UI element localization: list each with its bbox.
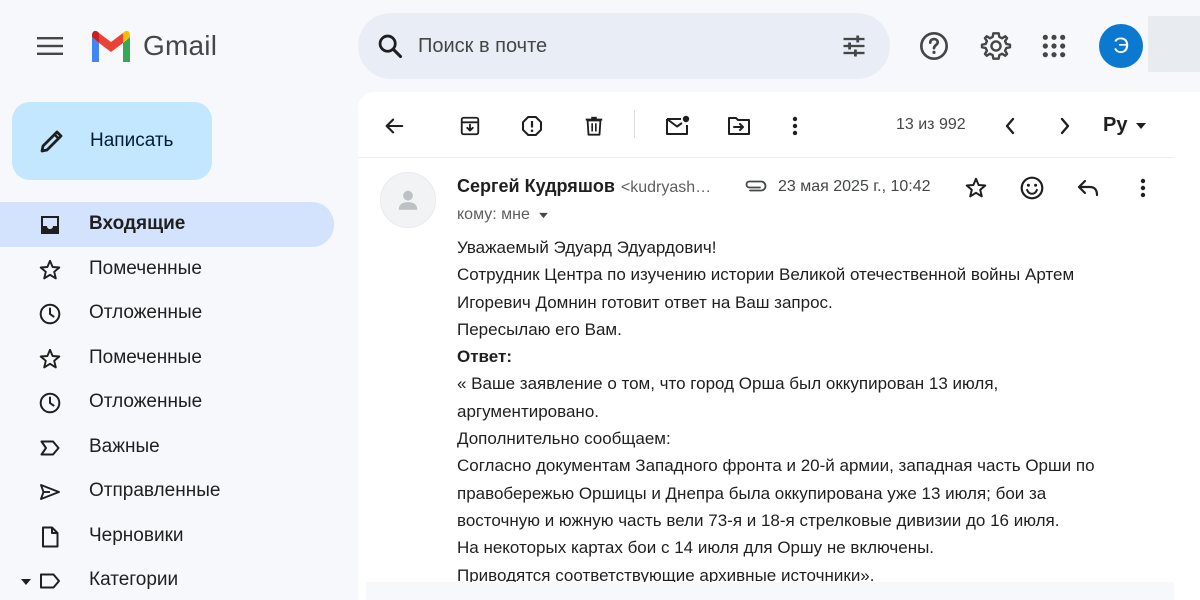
settings-gear-icon[interactable] bbox=[976, 26, 1016, 66]
top-bar: Gmail Э bbox=[0, 0, 1200, 92]
sender-info: Сергей Кудряшов <kudryash… bbox=[457, 176, 711, 197]
sidebar-item-starred[interactable]: Помеченные bbox=[0, 247, 334, 292]
message-toolbar: 13 из 992 Ру bbox=[358, 92, 1174, 158]
search-icon[interactable] bbox=[374, 30, 406, 62]
sidebar-item-label: Категории bbox=[89, 569, 179, 590]
sidebar-item-label: Отложенные bbox=[89, 391, 203, 412]
attachment-icon bbox=[744, 176, 768, 196]
toolbar-divider bbox=[634, 110, 635, 138]
caret-down-icon bbox=[539, 212, 548, 218]
body-line: Сотрудник Центра по изучению истории Вел… bbox=[457, 265, 1075, 285]
body-line: восточную и южную часть вели 73-я и 18-я… bbox=[457, 510, 1060, 530]
body-line: Уважаемый Эдуард Эдуардович! bbox=[457, 238, 717, 257]
body-line: Ответ: bbox=[457, 347, 512, 367]
message-body: Уважаемый Эдуард Эдуардович! Сотрудник Ц… bbox=[457, 234, 1157, 589]
help-icon[interactable] bbox=[914, 26, 954, 66]
body-line: аргументировано. bbox=[457, 401, 600, 421]
sidebar-nav: Входящие Помеченные Отложенные Помеченны… bbox=[0, 202, 340, 600]
gmail-logo[interactable]: Gmail bbox=[89, 26, 217, 66]
sidebar-item-snoozed-2[interactable]: Отложенные bbox=[0, 380, 334, 425]
emoji-reaction-icon[interactable] bbox=[1016, 172, 1048, 204]
message-date: 23 мая 2025 г., 10:42 bbox=[778, 178, 931, 195]
bottom-strip bbox=[366, 582, 1174, 600]
account-avatar[interactable]: Э bbox=[1099, 24, 1143, 68]
star-icon bbox=[36, 256, 64, 284]
body-line: « Ваше заявление о том, что город Орша б… bbox=[457, 374, 999, 394]
sidebar-item-categories[interactable]: Категории bbox=[0, 558, 334, 600]
sidebar-item-snoozed[interactable]: Отложенные bbox=[0, 291, 334, 336]
search-input[interactable] bbox=[418, 27, 818, 65]
sidebar-item-drafts[interactable]: Черновики bbox=[0, 514, 334, 559]
message-panel: 13 из 992 Ру Сергей Кудряшов <kudryash… … bbox=[358, 92, 1200, 600]
body-line: На некоторых картах бои с 14 июля для Ор… bbox=[457, 538, 935, 558]
draft-icon bbox=[36, 523, 64, 551]
recipients-toggle[interactable]: кому: мне bbox=[457, 206, 549, 224]
message-more-icon[interactable] bbox=[1127, 172, 1159, 204]
send-icon bbox=[36, 478, 64, 506]
reply-icon[interactable] bbox=[1072, 172, 1104, 204]
delete-trash-icon[interactable] bbox=[576, 108, 612, 144]
sidebar-item-label: Отправленные bbox=[89, 480, 221, 501]
header-edge bbox=[1148, 16, 1200, 72]
person-icon bbox=[398, 190, 418, 210]
search-bar bbox=[358, 13, 890, 79]
report-spam-icon[interactable] bbox=[514, 108, 550, 144]
mark-unread-icon[interactable] bbox=[660, 108, 696, 144]
inbox-icon bbox=[36, 211, 64, 239]
archive-icon[interactable] bbox=[452, 108, 488, 144]
sidebar-item-label: Отложенные bbox=[89, 302, 203, 323]
sidebar-item-important[interactable]: Важные bbox=[0, 425, 334, 470]
star-icon[interactable] bbox=[960, 172, 992, 204]
sidebar-item-sent[interactable]: Отправленные bbox=[0, 469, 334, 514]
clock-icon bbox=[36, 389, 64, 417]
pencil-icon bbox=[36, 125, 68, 157]
star-icon bbox=[36, 345, 64, 373]
apps-grid-icon[interactable] bbox=[1034, 26, 1074, 66]
older-chevron-right-icon[interactable] bbox=[1047, 108, 1083, 144]
more-options-icon[interactable] bbox=[777, 108, 813, 144]
sidebar-item-starred-2[interactable]: Помеченные bbox=[0, 336, 334, 381]
body-line: Пересылаю его Вам. bbox=[457, 319, 622, 339]
language-selector[interactable]: Ру bbox=[1103, 114, 1147, 137]
compose-button[interactable]: Написать bbox=[12, 102, 212, 180]
body-line: правобережью Оршицы и Днепра была оккупи… bbox=[457, 483, 1047, 503]
compose-label: Написать bbox=[90, 130, 174, 151]
app-name: Gmail bbox=[143, 30, 218, 61]
caret-down-icon bbox=[1136, 122, 1147, 129]
sender-name[interactable]: Сергей Кудряшов bbox=[457, 176, 615, 197]
sender-email: <kudryash… bbox=[620, 179, 712, 196]
expand-caret-icon[interactable] bbox=[20, 573, 32, 591]
label-important-icon bbox=[36, 434, 64, 462]
sidebar-item-label: Черновики bbox=[89, 524, 184, 546]
clock-icon bbox=[36, 300, 64, 328]
message-counter: 13 из 992 bbox=[896, 116, 966, 133]
newer-chevron-left-icon[interactable] bbox=[992, 108, 1028, 144]
language-label: Ру bbox=[1103, 114, 1128, 136]
main-menu-icon[interactable] bbox=[30, 26, 70, 66]
sender-avatar[interactable] bbox=[380, 172, 436, 228]
body-line: Согласно документам Западного фронта и 2… bbox=[457, 456, 1095, 476]
label-icon bbox=[36, 567, 64, 595]
recipients-label: кому: мне bbox=[457, 206, 530, 223]
gmail-m-icon bbox=[92, 30, 130, 62]
sidebar-item-label: Входящие bbox=[89, 213, 186, 234]
back-arrow-icon[interactable] bbox=[376, 108, 412, 144]
body-line: Игоревич Домнин готовит ответ на Ваш зап… bbox=[457, 292, 833, 312]
move-to-icon[interactable] bbox=[721, 108, 757, 144]
search-options-icon[interactable] bbox=[838, 30, 870, 62]
sidebar-item-label: Помеченные bbox=[89, 346, 202, 368]
sidebar-item-label: Важные bbox=[89, 435, 160, 457]
body-line: Дополнительно сообщаем: bbox=[457, 429, 671, 449]
sidebar-item-inbox[interactable]: Входящие bbox=[0, 202, 334, 247]
sidebar-item-label: Помеченные bbox=[89, 257, 202, 279]
